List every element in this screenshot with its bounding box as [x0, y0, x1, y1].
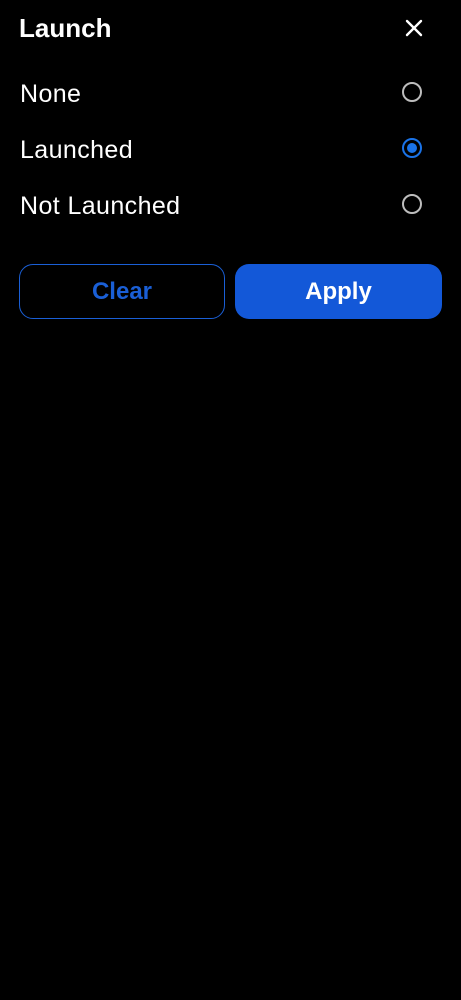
launch-options-list: None Launched Not Launched	[0, 66, 461, 234]
clear-button[interactable]: Clear	[19, 264, 225, 319]
option-label: Not Launched	[20, 192, 181, 220]
option-label: None	[20, 80, 82, 108]
apply-button[interactable]: Apply	[235, 264, 442, 319]
radio-launched[interactable]	[402, 138, 422, 158]
dialog-header: Launch	[0, 0, 461, 56]
dialog-title: Launch	[19, 13, 112, 43]
radio-not-launched[interactable]	[402, 194, 422, 214]
radio-none[interactable]	[402, 82, 422, 102]
close-button[interactable]	[398, 12, 430, 44]
close-icon	[405, 19, 423, 37]
option-none[interactable]: None	[0, 66, 461, 122]
option-label: Launched	[20, 136, 134, 164]
option-not-launched[interactable]: Not Launched	[0, 178, 461, 234]
option-launched[interactable]: Launched	[0, 122, 461, 178]
